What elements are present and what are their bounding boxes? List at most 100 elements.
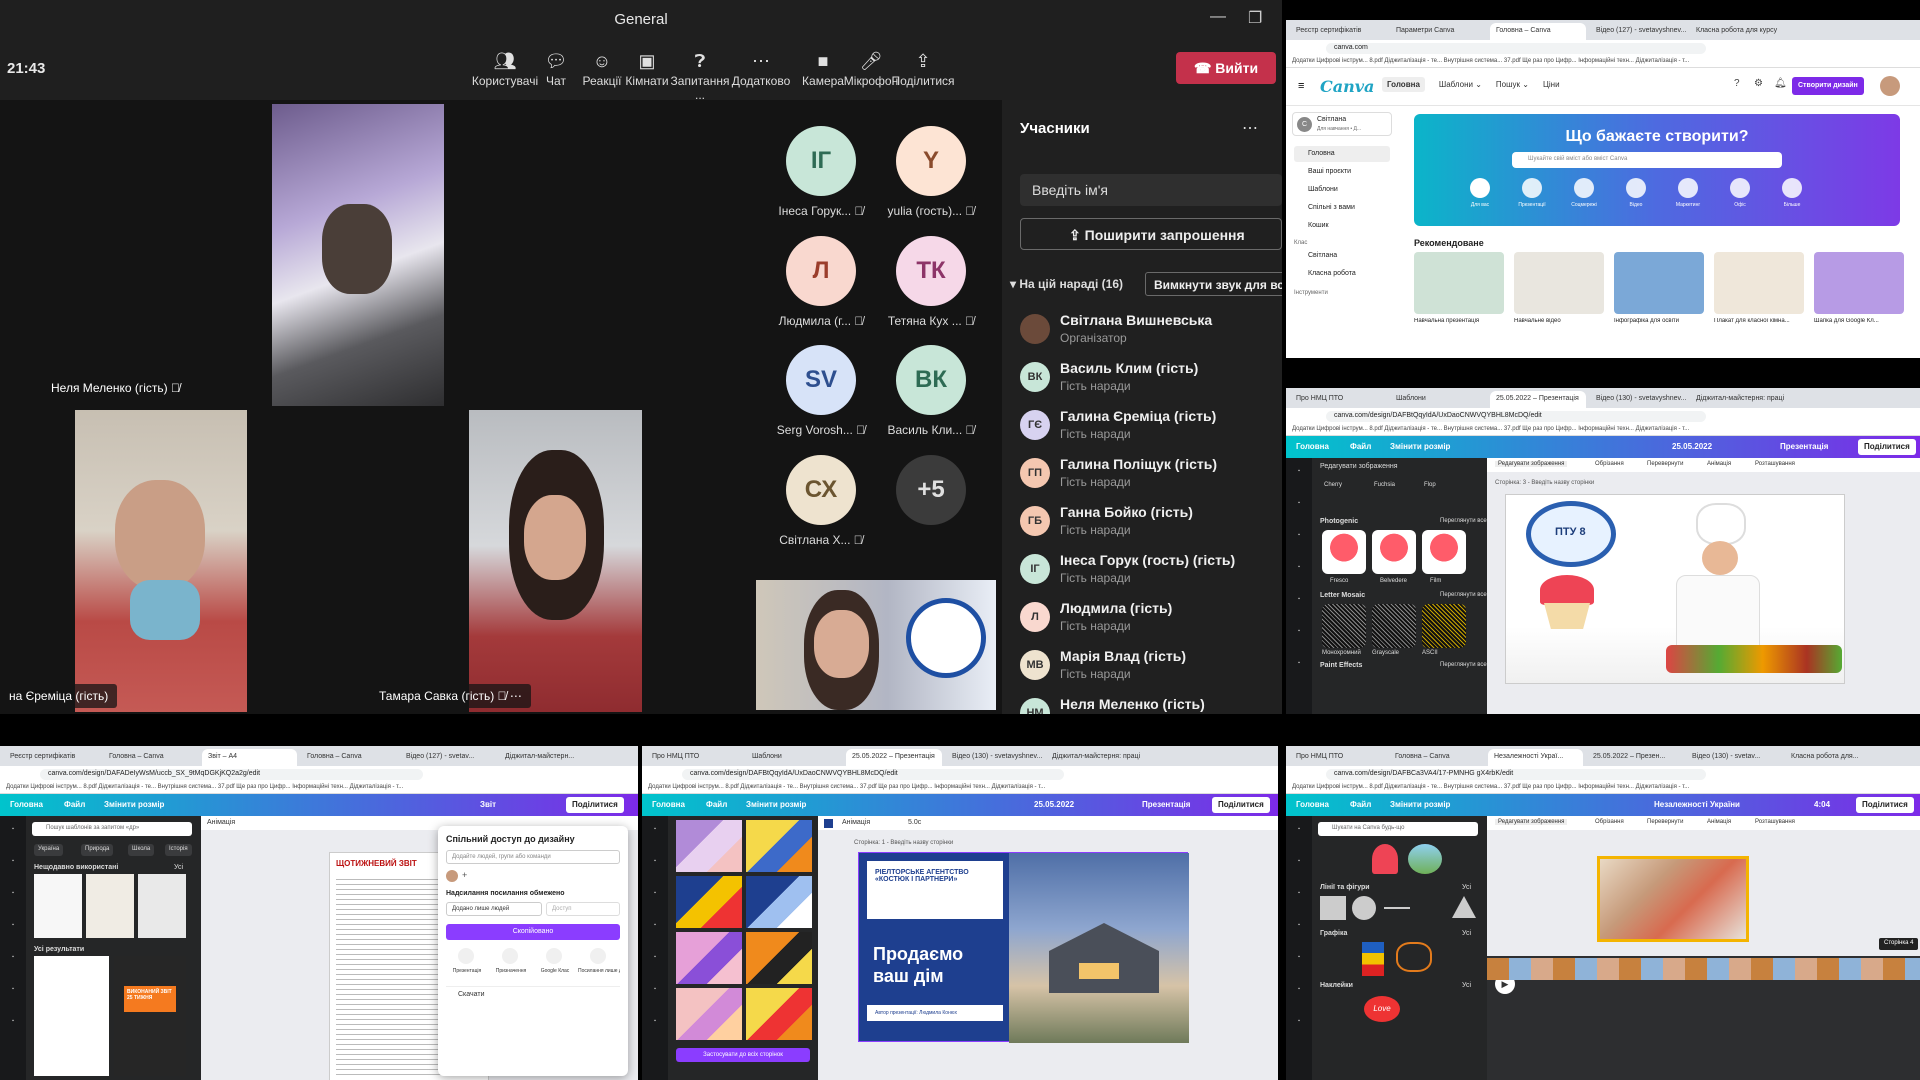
participant-row[interactable]: Л Людмила (гість) Гість наради (1020, 598, 1282, 640)
participant-row[interactable]: НМ Неля Меленко (гість) (1020, 694, 1282, 714)
video-tile-tamara[interactable] (469, 410, 642, 712)
elements-icon[interactable]: ▪ (0, 858, 26, 864)
effect-label[interactable]: Fuchsia (1374, 482, 1395, 488)
styles-icon[interactable]: ▪ (1286, 628, 1312, 634)
all-link[interactable]: Усі (1462, 982, 1471, 989)
browser-tab[interactable]: 25.05.2022 – Презен... (1587, 749, 1682, 766)
category-icon[interactable] (1730, 178, 1750, 198)
url-bar[interactable]: canva.com (1286, 40, 1920, 56)
browser-tab[interactable]: Класна робота для курсу (1690, 23, 1786, 40)
category-icon[interactable] (1522, 178, 1542, 198)
audio-icon[interactable]: ▪ (642, 1018, 668, 1024)
browser-tab[interactable]: Про НМЦ ПТО (1290, 391, 1386, 408)
category-icon[interactable] (1574, 178, 1594, 198)
sidebar-item[interactable]: Кошик (1294, 218, 1390, 234)
category-label[interactable]: Більше (1766, 202, 1818, 208)
context-tab[interactable]: Розташування (1755, 819, 1795, 825)
effect-label[interactable]: Cherry (1324, 482, 1342, 488)
share-button[interactable]: Поділитися (566, 797, 624, 813)
home-menu[interactable]: Головна (652, 800, 685, 809)
browser-tab[interactable]: Незалежності Украї... (1488, 749, 1583, 766)
category-label[interactable]: Соцмережі (1558, 202, 1610, 208)
present-button[interactable]: Презентація (1780, 442, 1828, 451)
share-option-icon[interactable] (546, 948, 562, 964)
url-text[interactable]: canva.com/design/DAFBtQqyIdA/UxDaoCNWVQY… (682, 769, 1064, 780)
sidebar-class-item[interactable]: Світлана (1294, 252, 1337, 259)
browser-tab[interactable]: Відео (130) - svetavyshnev... (1590, 391, 1686, 408)
recommended-thumb[interactable] (1814, 252, 1904, 314)
filter-chip[interactable]: Україна (34, 844, 64, 856)
bookmarks-bar[interactable]: Додатки Цифрові інструм... 8.pdf Діджита… (0, 782, 638, 794)
browser-tab[interactable]: Відео (127) - svetav... (400, 749, 495, 766)
browser-tab[interactable]: Головна – Canva (1389, 749, 1484, 766)
browser-tab[interactable]: Відео (127) - svetavyshnev... (1590, 23, 1686, 40)
browser-tab[interactable]: Шаблони (746, 749, 842, 766)
context-tab[interactable]: Обрізання (1595, 461, 1624, 467)
participant-row[interactable]: ГП Галина Поліщук (гість) Гість наради (1020, 454, 1282, 496)
recommended-thumb[interactable] (1414, 252, 1504, 314)
text-icon[interactable]: ▪ (642, 922, 668, 928)
create-design-button[interactable]: Створити дизайн (1792, 77, 1864, 95)
toolbar-button-questions[interactable]: ❓︎ Запитання ... (665, 48, 735, 102)
audio-icon[interactable]: ▪ (0, 1018, 26, 1024)
resize-menu[interactable]: Змінити розмір (1390, 442, 1450, 451)
effect-thumb[interactable] (1322, 604, 1366, 648)
square-shape[interactable] (1320, 896, 1346, 920)
search-input[interactable]: Пошук шаблонів за запитом «др» (32, 822, 192, 836)
sidebar-item[interactable]: Головна (1294, 146, 1390, 162)
background-tile[interactable] (676, 876, 742, 928)
leave-button[interactable]: ☎ Вийти (1176, 52, 1276, 84)
map-graphic[interactable] (1396, 942, 1432, 972)
recommended-label[interactable]: Навчальне відео (1514, 318, 1610, 324)
slide-author[interactable]: Автор презентації: Людмила Конюх (867, 1005, 1003, 1021)
browser-tab[interactable]: Головна – Canva (103, 749, 198, 766)
url-text[interactable]: canva.com/design/DAFADeIyWsM/uccb_SX_9tM… (40, 769, 423, 780)
access-select[interactable]: Доступ (546, 902, 620, 916)
context-tab[interactable]: Обрізання (1595, 819, 1624, 825)
flag-graphic[interactable] (1362, 942, 1384, 976)
account-switcher[interactable]: С Світлана Для навчання • Д... (1292, 112, 1392, 136)
all-link[interactable]: Усі (1462, 884, 1471, 891)
doc-name[interactable]: Звіт (480, 800, 496, 809)
canva-logo[interactable]: Canva (1320, 77, 1374, 96)
search-input[interactable]: Шукати на Canva будь-що (1318, 822, 1478, 836)
template-thumb[interactable]: ВИКОНАНИЙ ЗВІТ 25 ТИЖНЯ (114, 956, 186, 1076)
browser-tab[interactable]: Класна робота для... (1785, 749, 1880, 766)
browser-tab[interactable]: Реєстр сертифікатів (1290, 23, 1386, 40)
photos-icon[interactable]: ▪ (0, 954, 26, 960)
templates-icon[interactable]: ▪ (0, 826, 26, 832)
uploads-icon[interactable]: ▪ (1286, 532, 1312, 538)
effect-label[interactable]: Монохромний (1322, 650, 1361, 656)
apply-all-button[interactable]: Застосувати до всіх сторінок (676, 1048, 810, 1062)
uploads-icon[interactable]: ▪ (0, 890, 26, 896)
url-text[interactable]: canva.com (1326, 43, 1707, 54)
bell-icon[interactable]: 🔔︎ (1774, 78, 1787, 89)
background-tile[interactable] (746, 988, 812, 1040)
context-tab[interactable]: Перевернути (1647, 461, 1684, 467)
toolbar-button-share[interactable]: ⇪ Поділитися (888, 48, 958, 88)
photos-icon[interactable]: ▪ (1286, 954, 1312, 960)
browser-tab[interactable]: Звіт – А4 (202, 749, 297, 766)
love-sticker[interactable]: Love (1364, 996, 1400, 1022)
share-option-icon[interactable] (458, 948, 474, 964)
templates-icon[interactable]: ▪ (642, 826, 668, 832)
effect-thumb[interactable] (1422, 530, 1466, 574)
recommended-label[interactable]: Навчальна презентація (1414, 318, 1510, 324)
sidebar-item[interactable]: Шаблони (1294, 182, 1390, 198)
present-button[interactable]: Презентація (1142, 800, 1190, 809)
participant-avatar[interactable]: СХ (786, 455, 856, 525)
participant-avatar[interactable]: ІГ (786, 126, 856, 196)
doc-name[interactable]: Незалежності України (1654, 800, 1740, 809)
effect-thumb[interactable] (1422, 604, 1466, 648)
category-icon[interactable] (1470, 178, 1490, 198)
templates-icon[interactable]: ▪ (1286, 468, 1312, 474)
effect-thumb[interactable] (1372, 604, 1416, 648)
see-all-link[interactable]: Переглянути все (1440, 662, 1487, 668)
participant-row[interactable]: Світлана Вишневська Організатор (1020, 310, 1282, 352)
uploads-icon[interactable]: ▪ (642, 890, 668, 896)
see-all-link[interactable]: Переглянути все (1440, 518, 1487, 524)
participant-avatar[interactable]: ТК (896, 236, 966, 306)
invite-button[interactable]: ⇪ Поширити запрошення (1020, 218, 1282, 250)
video-tile-nelia[interactable] (272, 104, 444, 406)
background-tile[interactable] (746, 820, 812, 872)
